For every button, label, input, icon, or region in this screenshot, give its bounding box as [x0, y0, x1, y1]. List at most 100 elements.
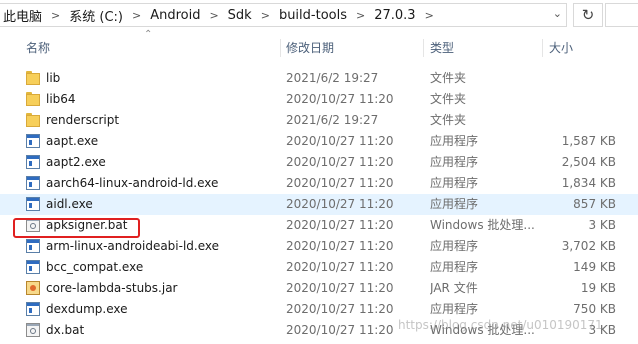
crumb-this-pc[interactable]: 此电脑: [0, 6, 45, 25]
column-header-size[interactable]: 大小: [543, 33, 638, 63]
file-date: 2020/10/27 11:20: [286, 302, 394, 316]
file-row-aarch64-ld-exe[interactable]: aarch64-linux-android-ld.exe 2020/10/27 …: [0, 173, 638, 194]
search-input[interactable]: [605, 3, 638, 27]
watermark-text: https://blog.csdn.net/u010190171: [398, 318, 603, 332]
file-name: renderscript: [46, 113, 120, 127]
file-size: 750 KB: [573, 302, 616, 316]
file-size: 3 KB: [588, 218, 616, 232]
file-size: 19 KB: [580, 281, 616, 295]
chevron-right-icon[interactable]: >: [203, 9, 224, 22]
file-date: 2020/10/27 11:20: [286, 134, 394, 148]
file-name: aarch64-linux-android-ld.exe: [46, 176, 219, 190]
file-row-aidl-exe[interactable]: aidl.exe 2020/10/27 11:20 应用程序 857 KB: [0, 194, 638, 215]
file-row-lib64[interactable]: lib64 2020/10/27 11:20 文件夹: [0, 89, 638, 110]
file-date: 2020/10/27 11:20: [286, 197, 394, 211]
exe-icon: [26, 134, 40, 148]
file-date: 2021/6/2 19:27: [286, 113, 379, 127]
file-name: lib: [46, 71, 61, 85]
file-row-dexdump-exe[interactable]: dexdump.exe 2020/10/27 11:20 应用程序 750 KB: [0, 299, 638, 320]
file-type: 应用程序: [430, 260, 479, 274]
address-bar[interactable]: 此电脑 > 系统 (C:) > Android > Sdk > build-to…: [0, 3, 567, 27]
chevron-right-icon[interactable]: >: [45, 9, 66, 22]
file-type: 应用程序: [430, 197, 479, 211]
file-row-lib[interactable]: lib 2021/6/2 19:27 文件夹: [0, 68, 638, 89]
file-size: [540, 68, 616, 89]
file-type: 应用程序: [430, 176, 479, 190]
chevron-right-icon[interactable]: >: [126, 9, 147, 22]
file-size: 149 KB: [573, 260, 616, 274]
refresh-button[interactable]: ↻: [573, 3, 603, 27]
file-type: 文件夹: [430, 92, 467, 106]
file-size: 857 KB: [573, 197, 616, 211]
crumb-version[interactable]: 27.0.3: [371, 8, 418, 23]
crumb-build-tools[interactable]: build-tools: [276, 8, 350, 23]
exe-icon: [26, 197, 40, 211]
chevron-right-icon[interactable]: >: [419, 9, 440, 22]
highlight-box: [13, 218, 140, 238]
column-size-label: 大小: [549, 41, 574, 55]
column-header-name[interactable]: ⌃ 名称: [0, 29, 281, 63]
file-date: 2020/10/27 11:20: [286, 281, 394, 295]
file-size: [540, 110, 616, 131]
file-size: 1,834 KB: [561, 176, 616, 190]
chevron-right-icon[interactable]: >: [350, 9, 371, 22]
file-name: aapt2.exe: [46, 155, 106, 169]
crumb-sdk[interactable]: Sdk: [225, 8, 255, 23]
column-header: ⌃ 名称 修改日期 类型 大小: [0, 29, 638, 63]
file-row-arm-ld-exe[interactable]: arm-linux-androideabi-ld.exe 2020/10/27 …: [0, 236, 638, 257]
file-row-core-lambda-jar[interactable]: core-lambda-stubs.jar 2020/10/27 11:20 J…: [0, 278, 638, 299]
file-type: 文件夹: [430, 71, 467, 85]
jar-file-icon: [26, 281, 40, 295]
file-date: 2020/10/27 11:20: [286, 176, 394, 190]
breadcrumb: 此电脑 > 系统 (C:) > Android > Sdk > build-to…: [0, 4, 440, 26]
file-size: 1,587 KB: [561, 134, 616, 148]
sort-up-icon: ⌃: [144, 29, 153, 40]
file-type: 应用程序: [430, 239, 479, 253]
file-name: dx.bat: [46, 323, 85, 337]
file-name: bcc_compat.exe: [46, 260, 144, 274]
file-row-aapt2-exe[interactable]: aapt2.exe 2020/10/27 11:20 应用程序 2,504 KB: [0, 152, 638, 173]
file-name: aidl.exe: [46, 197, 93, 211]
column-type-label: 类型: [430, 41, 455, 55]
file-type: 应用程序: [430, 302, 479, 316]
file-name: arm-linux-androideabi-ld.exe: [46, 239, 220, 253]
file-date: 2020/10/27 11:20: [286, 92, 394, 106]
folder-icon: [26, 113, 40, 127]
file-row-aapt-exe[interactable]: aapt.exe 2020/10/27 11:20 应用程序 1,587 KB: [0, 131, 638, 152]
file-name: aapt.exe: [46, 134, 99, 148]
column-name-label: 名称: [26, 41, 51, 55]
file-type: JAR 文件: [430, 281, 478, 295]
file-type: Windows 批处理...: [430, 218, 535, 232]
file-name: dexdump.exe: [46, 302, 128, 316]
batch-file-icon: [26, 323, 40, 337]
exe-icon: [26, 260, 40, 274]
file-row-renderscript[interactable]: renderscript 2021/6/2 19:27 文件夹: [0, 110, 638, 131]
file-type: 应用程序: [430, 155, 479, 169]
file-name: core-lambda-stubs.jar: [46, 281, 178, 295]
column-header-date[interactable]: 修改日期: [281, 33, 424, 63]
exe-icon: [26, 239, 40, 253]
crumb-android[interactable]: Android: [147, 8, 203, 23]
file-size: 2,504 KB: [561, 155, 616, 169]
file-date: 2021/6/2 19:27: [286, 71, 379, 85]
exe-icon: [26, 302, 40, 316]
file-date: 2020/10/27 11:20: [286, 218, 394, 232]
column-header-type[interactable]: 类型: [424, 33, 543, 63]
file-type: 应用程序: [430, 134, 479, 148]
file-date: 2020/10/27 11:20: [286, 260, 394, 274]
file-date: 2020/10/27 11:20: [286, 239, 394, 253]
file-name: lib64: [46, 92, 76, 106]
column-date-label: 修改日期: [286, 41, 335, 55]
refresh-icon: ↻: [581, 6, 595, 24]
chevron-right-icon[interactable]: >: [255, 9, 276, 22]
file-row-bcc-compat-exe[interactable]: bcc_compat.exe 2020/10/27 11:20 应用程序 149…: [0, 257, 638, 278]
folder-icon: [26, 92, 40, 106]
file-size: [540, 89, 616, 110]
chevron-down-icon[interactable]: ⌄: [553, 7, 562, 20]
file-type: 文件夹: [430, 113, 467, 127]
exe-icon: [26, 176, 40, 190]
crumb-system-c[interactable]: 系统 (C:): [66, 6, 126, 25]
folder-icon: [26, 71, 40, 85]
file-size: 3,702 KB: [561, 239, 616, 253]
exe-icon: [26, 155, 40, 169]
